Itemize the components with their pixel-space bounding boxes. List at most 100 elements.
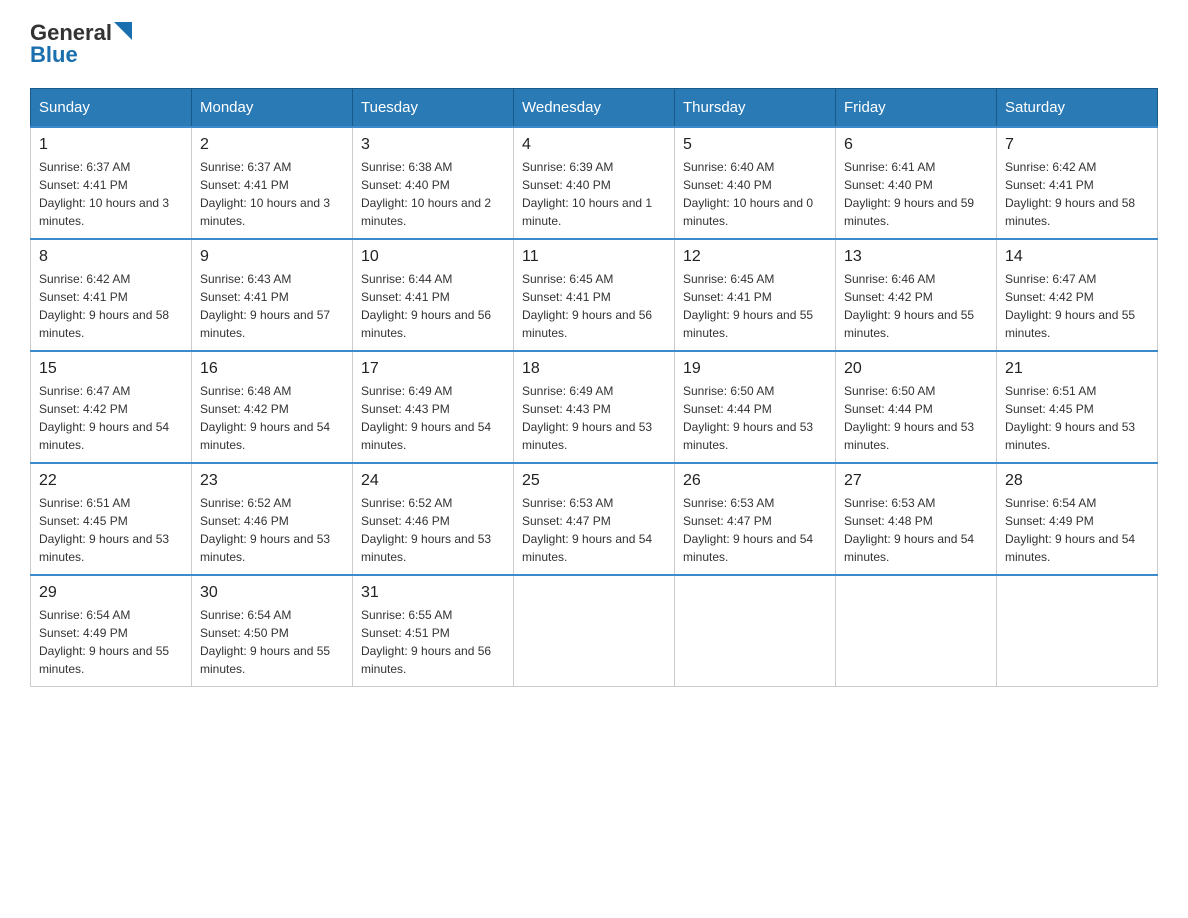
week-row-2: 8 Sunrise: 6:42 AMSunset: 4:41 PMDaylight…	[31, 239, 1158, 351]
day-number-28: 28	[1005, 472, 1149, 490]
day-cell-17: 17 Sunrise: 6:49 AMSunset: 4:43 PMDayligh…	[353, 351, 514, 463]
day-cell-20: 20 Sunrise: 6:50 AMSunset: 4:44 PMDayligh…	[836, 351, 997, 463]
logo-blue: Blue	[30, 42, 78, 68]
day-number-8: 8	[39, 248, 183, 266]
day-number-5: 5	[683, 136, 827, 154]
day-cell-12: 12Sunrise: 6:45 AMSunset: 4:41 PMDayligh…	[675, 239, 836, 351]
day-cell-9: 9 Sunrise: 6:43 AMSunset: 4:41 PMDaylight…	[192, 239, 353, 351]
day-info-21: Sunrise: 6:51 AMSunset: 4:45 PMDaylight:…	[1005, 382, 1149, 454]
day-number-24: 24	[361, 472, 505, 490]
day-number-9: 9	[200, 248, 344, 266]
day-info-26: Sunrise: 6:53 AMSunset: 4:47 PMDaylight:…	[683, 494, 827, 566]
day-info-30: Sunrise: 6:54 AMSunset: 4:50 PMDaylight:…	[200, 606, 344, 678]
calendar-table: SundayMondayTuesdayWednesdayThursdayFrid…	[30, 88, 1158, 687]
day-number-31: 31	[361, 584, 505, 602]
day-cell-18: 18Sunrise: 6:49 AMSunset: 4:43 PMDayligh…	[514, 351, 675, 463]
day-cell-15: 15 Sunrise: 6:47 AMSunset: 4:42 PMDayligh…	[31, 351, 192, 463]
day-info-20: Sunrise: 6:50 AMSunset: 4:44 PMDaylight:…	[844, 382, 988, 454]
week-row-4: 22 Sunrise: 6:51 AMSunset: 4:45 PMDayligh…	[31, 463, 1158, 575]
day-info-22: Sunrise: 6:51 AMSunset: 4:45 PMDaylight:…	[39, 494, 183, 566]
week-row-3: 15 Sunrise: 6:47 AMSunset: 4:42 PMDayligh…	[31, 351, 1158, 463]
day-info-24: Sunrise: 6:52 AMSunset: 4:46 PMDaylight:…	[361, 494, 505, 566]
weekday-header-sunday: Sunday	[31, 89, 192, 128]
logo: General Blue	[30, 20, 132, 68]
day-number-10: 10	[361, 248, 505, 266]
day-info-27: Sunrise: 6:53 AMSunset: 4:48 PMDaylight:…	[844, 494, 988, 566]
day-number-6: 6	[844, 136, 988, 154]
day-info-2: Sunrise: 6:37 AMSunset: 4:41 PMDaylight:…	[200, 158, 344, 230]
weekday-header-tuesday: Tuesday	[353, 89, 514, 128]
day-cell-31: 31 Sunrise: 6:55 AMSunset: 4:51 PMDayligh…	[353, 575, 514, 687]
day-cell-8: 8 Sunrise: 6:42 AMSunset: 4:41 PMDaylight…	[31, 239, 192, 351]
weekday-header-row: SundayMondayTuesdayWednesdayThursdayFrid…	[31, 89, 1158, 128]
day-cell-2: 2Sunrise: 6:37 AMSunset: 4:41 PMDaylight…	[192, 127, 353, 239]
week-row-1: 1 Sunrise: 6:37 AMSunset: 4:41 PMDaylight…	[31, 127, 1158, 239]
day-number-14: 14	[1005, 248, 1149, 266]
day-cell-4: 4 Sunrise: 6:39 AMSunset: 4:40 PMDaylight…	[514, 127, 675, 239]
day-cell-22: 22 Sunrise: 6:51 AMSunset: 4:45 PMDayligh…	[31, 463, 192, 575]
day-info-23: Sunrise: 6:52 AMSunset: 4:46 PMDaylight:…	[200, 494, 344, 566]
day-number-21: 21	[1005, 360, 1149, 378]
day-cell-29: 29 Sunrise: 6:54 AMSunset: 4:49 PMDayligh…	[31, 575, 192, 687]
day-cell-19: 19 Sunrise: 6:50 AMSunset: 4:44 PMDayligh…	[675, 351, 836, 463]
empty-cell-w4-5	[836, 575, 997, 687]
day-cell-13: 13Sunrise: 6:46 AMSunset: 4:42 PMDayligh…	[836, 239, 997, 351]
day-cell-16: 16 Sunrise: 6:48 AMSunset: 4:42 PMDayligh…	[192, 351, 353, 463]
day-info-11: Sunrise: 6:45 AMSunset: 4:41 PMDaylight:…	[522, 270, 666, 342]
day-cell-7: 7 Sunrise: 6:42 AMSunset: 4:41 PMDaylight…	[997, 127, 1158, 239]
day-cell-6: 6 Sunrise: 6:41 AMSunset: 4:40 PMDaylight…	[836, 127, 997, 239]
weekday-header-saturday: Saturday	[997, 89, 1158, 128]
empty-cell-w4-4	[675, 575, 836, 687]
day-cell-3: 3 Sunrise: 6:38 AMSunset: 4:40 PMDaylight…	[353, 127, 514, 239]
day-info-17: Sunrise: 6:49 AMSunset: 4:43 PMDaylight:…	[361, 382, 505, 454]
day-number-19: 19	[683, 360, 827, 378]
day-info-6: Sunrise: 6:41 AMSunset: 4:40 PMDaylight:…	[844, 158, 988, 230]
day-info-19: Sunrise: 6:50 AMSunset: 4:44 PMDaylight:…	[683, 382, 827, 454]
day-info-29: Sunrise: 6:54 AMSunset: 4:49 PMDaylight:…	[39, 606, 183, 678]
day-number-29: 29	[39, 584, 183, 602]
logo-arrow-icon	[114, 22, 132, 40]
day-cell-11: 11 Sunrise: 6:45 AMSunset: 4:41 PMDayligh…	[514, 239, 675, 351]
day-cell-5: 5Sunrise: 6:40 AMSunset: 4:40 PMDaylight…	[675, 127, 836, 239]
day-cell-10: 10 Sunrise: 6:44 AMSunset: 4:41 PMDayligh…	[353, 239, 514, 351]
day-number-20: 20	[844, 360, 988, 378]
day-info-31: Sunrise: 6:55 AMSunset: 4:51 PMDaylight:…	[361, 606, 505, 678]
day-cell-26: 26Sunrise: 6:53 AMSunset: 4:47 PMDayligh…	[675, 463, 836, 575]
day-info-10: Sunrise: 6:44 AMSunset: 4:41 PMDaylight:…	[361, 270, 505, 342]
day-info-3: Sunrise: 6:38 AMSunset: 4:40 PMDaylight:…	[361, 158, 505, 230]
day-number-1: 1	[39, 136, 183, 154]
day-number-27: 27	[844, 472, 988, 490]
day-number-15: 15	[39, 360, 183, 378]
day-cell-24: 24 Sunrise: 6:52 AMSunset: 4:46 PMDayligh…	[353, 463, 514, 575]
day-cell-28: 28 Sunrise: 6:54 AMSunset: 4:49 PMDayligh…	[997, 463, 1158, 575]
day-info-8: Sunrise: 6:42 AMSunset: 4:41 PMDaylight:…	[39, 270, 183, 342]
weekday-header-wednesday: Wednesday	[514, 89, 675, 128]
day-number-4: 4	[522, 136, 666, 154]
day-info-16: Sunrise: 6:48 AMSunset: 4:42 PMDaylight:…	[200, 382, 344, 454]
day-info-12: Sunrise: 6:45 AMSunset: 4:41 PMDaylight:…	[683, 270, 827, 342]
day-number-16: 16	[200, 360, 344, 378]
day-number-3: 3	[361, 136, 505, 154]
day-cell-27: 27 Sunrise: 6:53 AMSunset: 4:48 PMDayligh…	[836, 463, 997, 575]
day-cell-21: 21 Sunrise: 6:51 AMSunset: 4:45 PMDayligh…	[997, 351, 1158, 463]
day-number-7: 7	[1005, 136, 1149, 154]
day-cell-30: 30Sunrise: 6:54 AMSunset: 4:50 PMDayligh…	[192, 575, 353, 687]
empty-cell-w4-3	[514, 575, 675, 687]
day-info-15: Sunrise: 6:47 AMSunset: 4:42 PMDaylight:…	[39, 382, 183, 454]
day-cell-14: 14 Sunrise: 6:47 AMSunset: 4:42 PMDayligh…	[997, 239, 1158, 351]
day-number-22: 22	[39, 472, 183, 490]
day-number-11: 11	[522, 248, 666, 266]
day-number-23: 23	[200, 472, 344, 490]
day-info-9: Sunrise: 6:43 AMSunset: 4:41 PMDaylight:…	[200, 270, 344, 342]
day-number-17: 17	[361, 360, 505, 378]
day-info-28: Sunrise: 6:54 AMSunset: 4:49 PMDaylight:…	[1005, 494, 1149, 566]
day-info-4: Sunrise: 6:39 AMSunset: 4:40 PMDaylight:…	[522, 158, 666, 230]
day-cell-1: 1 Sunrise: 6:37 AMSunset: 4:41 PMDaylight…	[31, 127, 192, 239]
day-info-7: Sunrise: 6:42 AMSunset: 4:41 PMDaylight:…	[1005, 158, 1149, 230]
day-info-14: Sunrise: 6:47 AMSunset: 4:42 PMDaylight:…	[1005, 270, 1149, 342]
day-number-13: 13	[844, 248, 988, 266]
day-info-1: Sunrise: 6:37 AMSunset: 4:41 PMDaylight:…	[39, 158, 183, 230]
day-info-25: Sunrise: 6:53 AMSunset: 4:47 PMDaylight:…	[522, 494, 666, 566]
page-header: General Blue	[30, 20, 1158, 68]
day-info-18: Sunrise: 6:49 AMSunset: 4:43 PMDaylight:…	[522, 382, 666, 454]
